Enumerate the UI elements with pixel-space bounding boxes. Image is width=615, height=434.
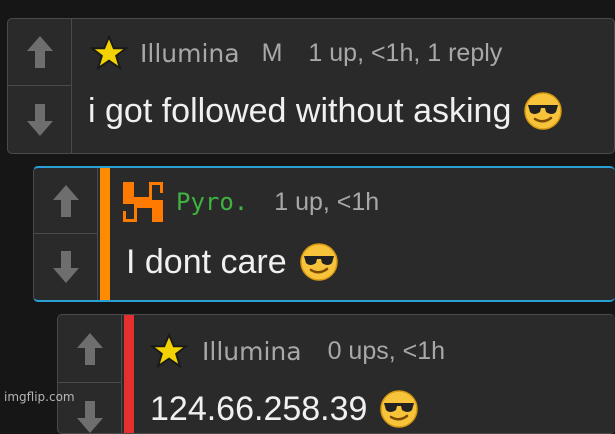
upvote-button[interactable]	[34, 168, 97, 234]
orange-symbol-icon	[123, 182, 163, 222]
comment-text: 124.66.258.39	[150, 389, 368, 428]
comment-card: Illumina 0 ups, <1h 124.66.258.39	[57, 314, 615, 434]
vote-column	[8, 19, 72, 153]
arrow-up-icon	[52, 184, 79, 217]
watermark: imgflip.com	[4, 390, 75, 404]
comment-header: Pyro. 1 up, <1h	[120, 180, 615, 224]
comment-meta: 1 up, <1h, 1 reply	[308, 38, 503, 67]
accent-bar	[124, 315, 134, 433]
comment-header: Illumina M 1 up, <1h, 1 reply	[90, 33, 614, 73]
comment-card: Illumina M 1 up, <1h, 1 reply i got foll…	[7, 18, 615, 154]
sunglasses-emoji-icon	[380, 390, 419, 428]
author-name[interactable]: Pyro.	[176, 188, 248, 216]
upvote-button[interactable]	[8, 19, 71, 86]
downvote-button[interactable]	[8, 86, 71, 153]
arrow-down-icon	[26, 103, 53, 136]
comment-header: Illumina 0 ups, <1h	[150, 331, 615, 371]
author-badge: M	[261, 38, 283, 67]
author-name[interactable]: Illumina	[202, 337, 302, 366]
author-name[interactable]: Illumina	[140, 39, 240, 68]
accent-bar	[100, 168, 110, 300]
arrow-down-icon	[52, 251, 79, 283]
vote-column	[34, 168, 98, 300]
arrow-up-icon	[76, 332, 103, 365]
comment-text: I dont care	[126, 242, 287, 281]
upvote-button[interactable]	[58, 315, 121, 383]
arrow-up-icon	[26, 36, 53, 68]
sunglasses-emoji-icon	[299, 243, 338, 281]
comment-text: i got followed without asking	[88, 91, 512, 130]
sunglasses-emoji-icon	[524, 92, 563, 130]
star-icon	[150, 332, 188, 369]
vote-column	[58, 315, 122, 433]
comment-card: Pyro. 1 up, <1h I dont care	[33, 166, 615, 302]
comment-body: 124.66.258.39	[150, 381, 419, 433]
arrow-down-icon	[76, 401, 103, 433]
comment-meta: 1 up, <1h	[274, 187, 380, 216]
comment-body: I dont care	[126, 234, 339, 290]
comment-body: i got followed without asking	[88, 83, 563, 139]
downvote-button[interactable]	[34, 234, 97, 300]
comment-meta: 0 ups, <1h	[327, 336, 446, 365]
star-icon	[90, 34, 128, 71]
